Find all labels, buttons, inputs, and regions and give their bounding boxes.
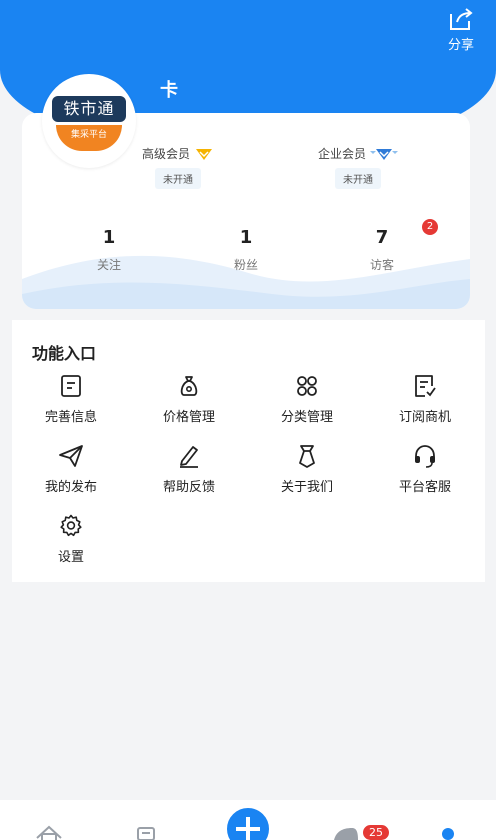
subscribe-check-icon bbox=[415, 375, 436, 397]
function-entry-title: 功能入口 bbox=[32, 344, 97, 363]
money-bag-icon bbox=[180, 376, 198, 396]
stat-followers-value: 1 bbox=[239, 227, 253, 248]
share-icon bbox=[450, 8, 473, 30]
edit-pencil-icon bbox=[180, 446, 198, 468]
blue-diamond-icon bbox=[370, 148, 399, 160]
function-about-us[interactable]: 关于我们 bbox=[248, 444, 366, 500]
enterprise-membership-status: 未开通 bbox=[335, 168, 381, 189]
document-icon bbox=[61, 375, 81, 397]
function-settings-label: 设置 bbox=[57, 550, 84, 565]
function-customer-service[interactable]: 平台客服 bbox=[366, 444, 484, 500]
function-my-posts[interactable]: 我的发布 bbox=[12, 444, 130, 500]
gold-diamond-icon bbox=[196, 148, 213, 160]
tie-icon bbox=[299, 445, 315, 468]
function-subscribe-opportunities-label: 订阅商机 bbox=[398, 410, 451, 425]
headset-icon bbox=[415, 445, 435, 468]
discover-icon[interactable] bbox=[332, 822, 360, 840]
function-customer-service-label: 平台客服 bbox=[398, 480, 451, 495]
stat-followers[interactable]: 1 粉丝 bbox=[206, 227, 286, 273]
function-help-feedback[interactable]: 帮助反馈 bbox=[130, 444, 248, 500]
logo-subtitle: 集采平台 bbox=[56, 125, 122, 151]
visitors-badge: 2 bbox=[422, 219, 438, 235]
premium-membership-status: 未开通 bbox=[155, 168, 201, 189]
stat-visitors[interactable]: 7 访客 bbox=[342, 227, 422, 273]
function-complete-info-label: 完善信息 bbox=[44, 410, 97, 425]
publish-button[interactable] bbox=[224, 805, 272, 840]
premium-membership-label: 高级会员 bbox=[142, 147, 191, 161]
enterprise-membership[interactable]: 企业会员 未开通 bbox=[318, 145, 399, 189]
discover-badge: 25 bbox=[363, 825, 389, 840]
function-help-feedback-label: 帮助反馈 bbox=[162, 480, 215, 495]
avatar[interactable]: 铁市通 集采平台 bbox=[42, 74, 136, 168]
gear-icon bbox=[60, 514, 82, 537]
function-price-management-label: 价格管理 bbox=[162, 410, 215, 425]
profile-icon[interactable] bbox=[440, 822, 456, 840]
stat-visitors-value: 7 bbox=[375, 227, 389, 248]
message-icon[interactable] bbox=[134, 822, 158, 840]
category-grid-icon bbox=[297, 376, 317, 396]
stat-following[interactable]: 1 关注 bbox=[69, 227, 149, 273]
username: 卡 bbox=[160, 80, 178, 101]
send-plane-icon bbox=[59, 445, 83, 467]
stat-following-value: 1 bbox=[102, 227, 116, 248]
premium-membership[interactable]: 高级会员 未开通 bbox=[142, 145, 214, 189]
function-settings[interactable]: 设置 bbox=[12, 514, 130, 570]
function-my-posts-label: 我的发布 bbox=[44, 480, 97, 495]
share-button[interactable]: 分享 bbox=[436, 6, 486, 58]
function-complete-info[interactable]: 完善信息 bbox=[12, 374, 130, 430]
stat-following-label: 关注 bbox=[96, 258, 121, 272]
function-category-management[interactable]: 分类管理 bbox=[248, 374, 366, 430]
function-about-us-label: 关于我们 bbox=[280, 480, 333, 495]
function-category-management-label: 分类管理 bbox=[280, 410, 333, 425]
share-label: 分享 bbox=[447, 38, 474, 53]
function-subscribe-opportunities[interactable]: 订阅商机 bbox=[366, 374, 484, 430]
logo-text: 铁市通 bbox=[52, 96, 126, 122]
plus-icon bbox=[236, 817, 260, 840]
home-icon[interactable] bbox=[34, 822, 64, 840]
enterprise-membership-label: 企业会员 bbox=[318, 147, 367, 161]
stat-followers-label: 粉丝 bbox=[233, 258, 258, 272]
function-price-management[interactable]: 价格管理 bbox=[130, 374, 248, 430]
function-entry-card: 功能入口 完善信息 价格管理 分类管理 订阅商机 我的发布 帮助反馈 关于我们 … bbox=[12, 320, 485, 582]
stat-visitors-label: 访客 bbox=[369, 258, 394, 272]
